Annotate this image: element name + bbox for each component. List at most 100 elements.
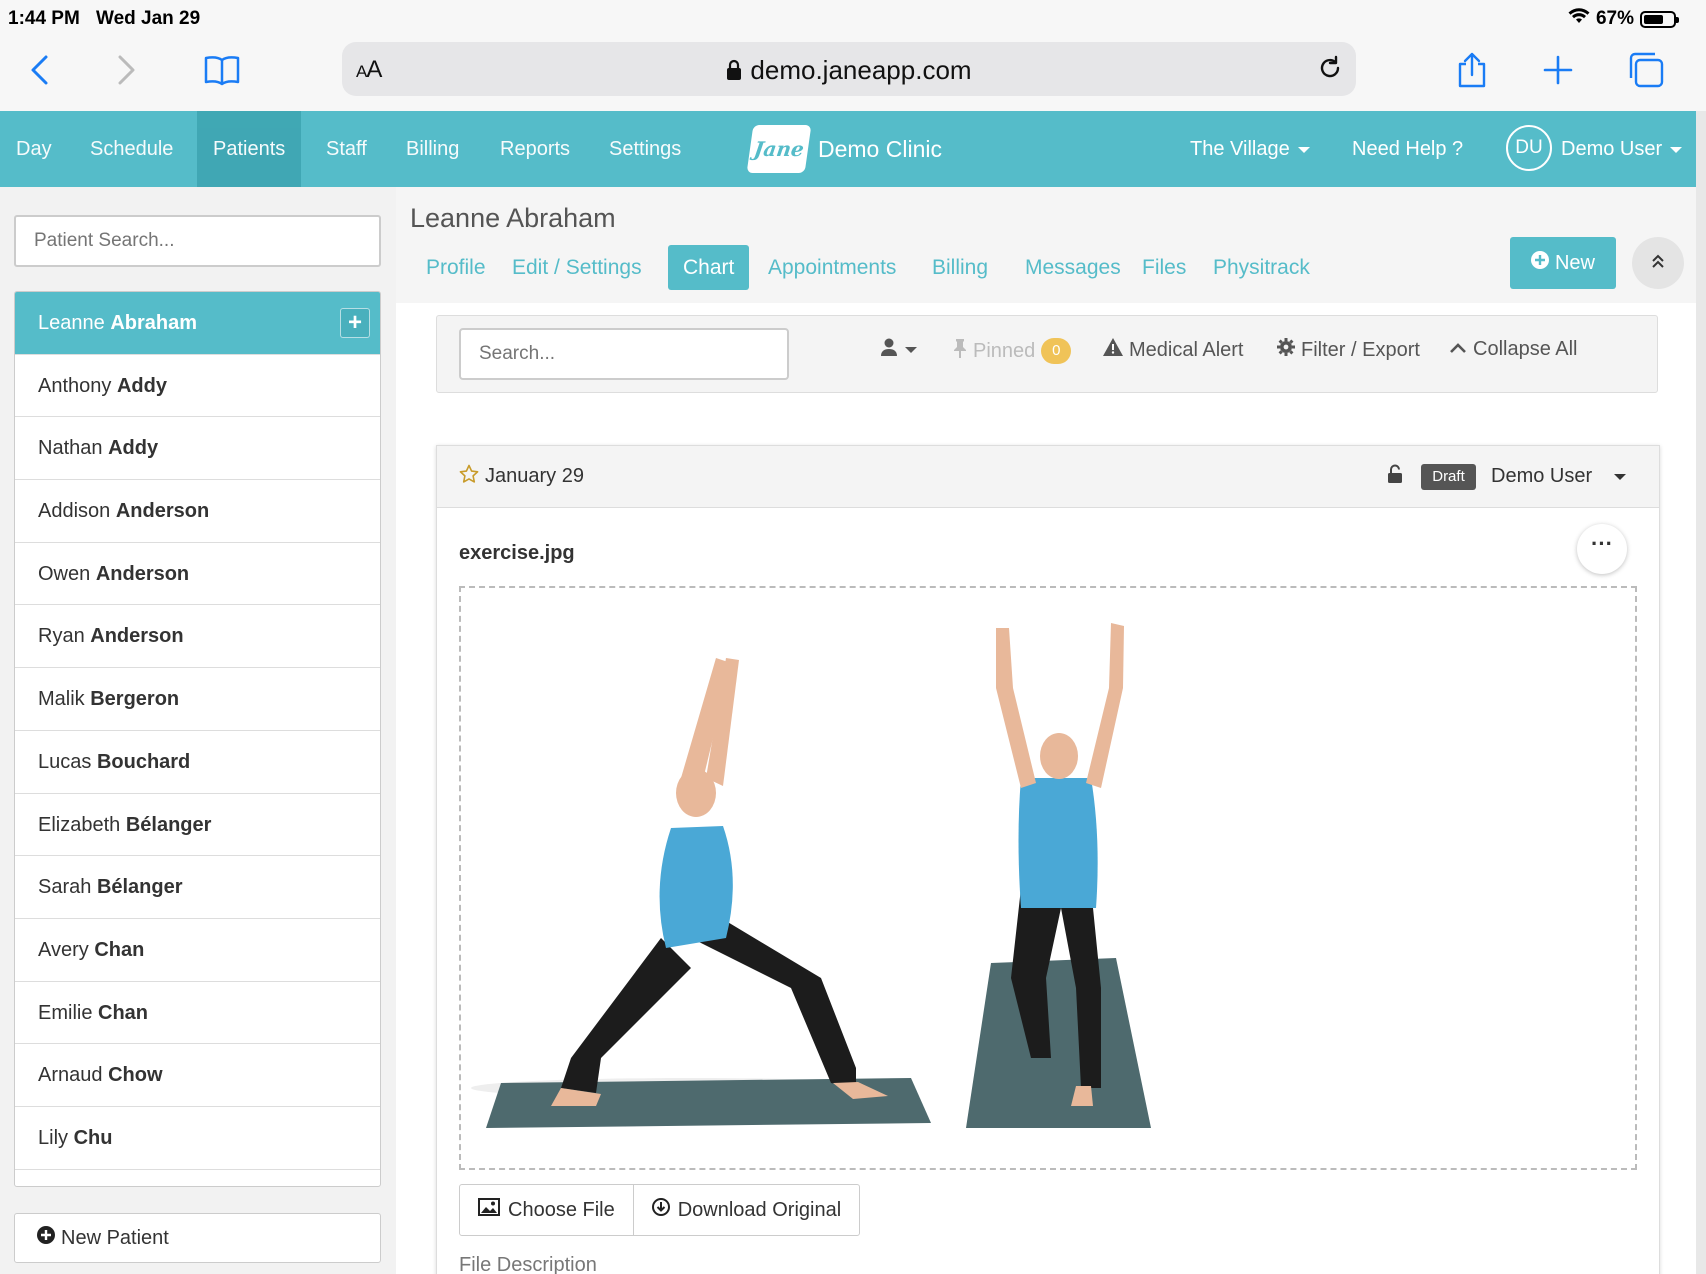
patient-row[interactable]: Ryan Anderson	[15, 605, 380, 669]
patient-row[interactable]: Nathan Addy	[15, 417, 380, 481]
patient-row[interactable]: Lucas Bouchard	[15, 731, 380, 794]
patient-search-input[interactable]	[14, 215, 381, 267]
location-dropdown[interactable]: The Village	[1190, 111, 1310, 187]
collapse-header-button[interactable]	[1632, 237, 1684, 289]
patient-row[interactable]: Elizabeth Bélanger	[15, 794, 380, 857]
medical-alert-button[interactable]: Medical Alert	[1103, 338, 1244, 362]
status-date: Wed Jan 29	[96, 8, 201, 29]
new-entry-button[interactable]: New	[1510, 237, 1616, 289]
tab-billing[interactable]: Billing	[917, 245, 1003, 290]
status-time: 1:44 PM	[8, 8, 80, 29]
patient-row[interactable]: Lily Chu	[15, 1107, 380, 1170]
patient-row[interactable]: Owen Anderson	[15, 543, 380, 606]
entry-author-dropdown[interactable]: Demo User	[1491, 465, 1627, 488]
gear-icon	[1277, 338, 1295, 362]
new-patient-button[interactable]: New Patient	[14, 1213, 381, 1263]
browser-toolbar: AA demo.janeapp.com	[0, 36, 1706, 111]
draft-badge: Draft	[1421, 464, 1476, 490]
battery-percent: 67%	[1595, 8, 1634, 29]
collapse-all-button[interactable]: Collapse All	[1449, 338, 1578, 361]
bookmarks-icon[interactable]	[198, 46, 246, 94]
patient-row[interactable]: Anthony Addy	[15, 355, 380, 418]
share-icon[interactable]	[1448, 46, 1496, 94]
url-text: demo.janeapp.com	[750, 55, 972, 85]
need-help-link[interactable]: Need Help ?	[1352, 111, 1463, 187]
wifi-icon	[1568, 8, 1590, 30]
patient-row[interactable]: Emilie Chan	[15, 982, 380, 1045]
chart-search-input[interactable]	[459, 328, 789, 380]
pin-icon	[953, 338, 967, 364]
exercise-image	[471, 623, 1151, 1128]
patient-row[interactable]: Leanne Abraham +	[15, 292, 380, 355]
user-menu[interactable]: Demo User	[1561, 111, 1683, 187]
nav-settings[interactable]: Settings	[593, 111, 697, 187]
patient-sidebar: Leanne Abraham+ Anthony Addy Nathan Addy…	[0, 187, 396, 1274]
battery-icon	[1640, 10, 1679, 28]
pinned-filter[interactable]: Pinned 0	[953, 338, 1072, 364]
lock-icon	[726, 57, 742, 88]
nav-schedule[interactable]: Schedule	[74, 111, 189, 187]
back-icon[interactable]	[16, 46, 64, 94]
tab-messages[interactable]: Messages	[1010, 245, 1136, 290]
nav-reports[interactable]: Reports	[484, 111, 586, 187]
user-avatar[interactable]: DU	[1506, 125, 1552, 171]
forward-icon[interactable]	[102, 46, 150, 94]
page-scrollbar[interactable]	[1696, 111, 1706, 1274]
tab-edit-settings[interactable]: Edit / Settings	[497, 245, 657, 290]
tab-appointments[interactable]: Appointments	[753, 245, 911, 290]
app-navbar: Day Schedule Patients Staff Billing Repo…	[0, 111, 1696, 187]
nav-staff[interactable]: Staff	[310, 111, 383, 187]
plus-circle-icon	[1530, 251, 1549, 275]
filter-export-button[interactable]: Filter / Export	[1277, 338, 1420, 362]
address-bar[interactable]: AA demo.janeapp.com	[342, 42, 1356, 96]
pinned-count-badge: 0	[1041, 338, 1072, 364]
caret-down-icon	[1297, 146, 1310, 153]
nav-day[interactable]: Day	[0, 111, 68, 187]
clinic-name: Demo Clinic	[818, 135, 942, 162]
patient-row[interactable]: Sarah Bélanger	[15, 856, 380, 919]
user-icon	[881, 338, 897, 362]
patient-row[interactable]: Arnaud Chow	[15, 1044, 380, 1107]
download-circle-icon	[651, 1185, 670, 1235]
plus-circle-icon	[37, 1226, 55, 1250]
tab-chart[interactable]: Chart	[668, 245, 750, 290]
warning-icon	[1103, 338, 1123, 362]
add-plus-icon[interactable]: +	[340, 308, 370, 338]
patient-row[interactable]: Addison Anderson	[15, 480, 380, 543]
brand[interactable]: Jane Demo Clinic	[746, 125, 942, 173]
download-original-button[interactable]: Download Original	[632, 1185, 859, 1235]
jane-logo: Jane	[746, 125, 812, 173]
nav-patients[interactable]: Patients	[197, 111, 302, 187]
patient-row[interactable]: Malik Bergeron	[15, 668, 380, 731]
entry-date: January 29	[485, 465, 584, 487]
tab-profile[interactable]: Profile	[411, 245, 501, 290]
caret-down-icon	[1614, 473, 1627, 480]
unlock-icon[interactable]	[1387, 464, 1403, 489]
reload-icon[interactable]	[1316, 54, 1344, 87]
new-tab-icon[interactable]	[1534, 46, 1582, 94]
main-content: Leanne Abraham Profile Edit / Settings C…	[396, 187, 1696, 1274]
tab-files[interactable]: Files	[1127, 245, 1201, 290]
caret-down-icon	[1670, 146, 1683, 153]
patient-row[interactable]: Avery Chan	[15, 919, 380, 982]
file-description-label: File Description	[459, 1254, 597, 1274]
nav-billing[interactable]: Billing	[390, 111, 475, 187]
patient-name: Leanne Abraham	[410, 203, 616, 233]
ios-status-bar: 1:44 PM Wed Jan 29 67%	[0, 0, 1706, 36]
staff-filter-dropdown[interactable]	[881, 338, 917, 362]
more-options-button[interactable]: ···	[1577, 524, 1627, 574]
chart-entry-card: January 29 Draft Demo User exercise.jpg …	[436, 445, 1660, 1274]
file-name: exercise.jpg	[459, 542, 575, 564]
chart-toolbar: Pinned 0 Medical Alert Filter / Export C…	[436, 315, 1658, 393]
tab-physitrack[interactable]: Physitrack	[1198, 245, 1325, 290]
choose-file-button[interactable]: Choose File	[460, 1185, 633, 1235]
patient-list: Leanne Abraham + Anthony Addy Nathan Addy…	[14, 291, 381, 1187]
image-icon	[478, 1185, 500, 1235]
chevron-up-icon	[1449, 338, 1467, 361]
double-chevron-up-icon	[1650, 253, 1666, 274]
image-preview[interactable]	[459, 586, 1637, 1170]
file-actions: Choose File Download Original	[459, 1184, 861, 1236]
tabs-overview-icon[interactable]	[1622, 46, 1670, 94]
star-icon[interactable]	[459, 464, 479, 489]
chart-entry-header: January 29 Draft Demo User	[437, 446, 1659, 508]
